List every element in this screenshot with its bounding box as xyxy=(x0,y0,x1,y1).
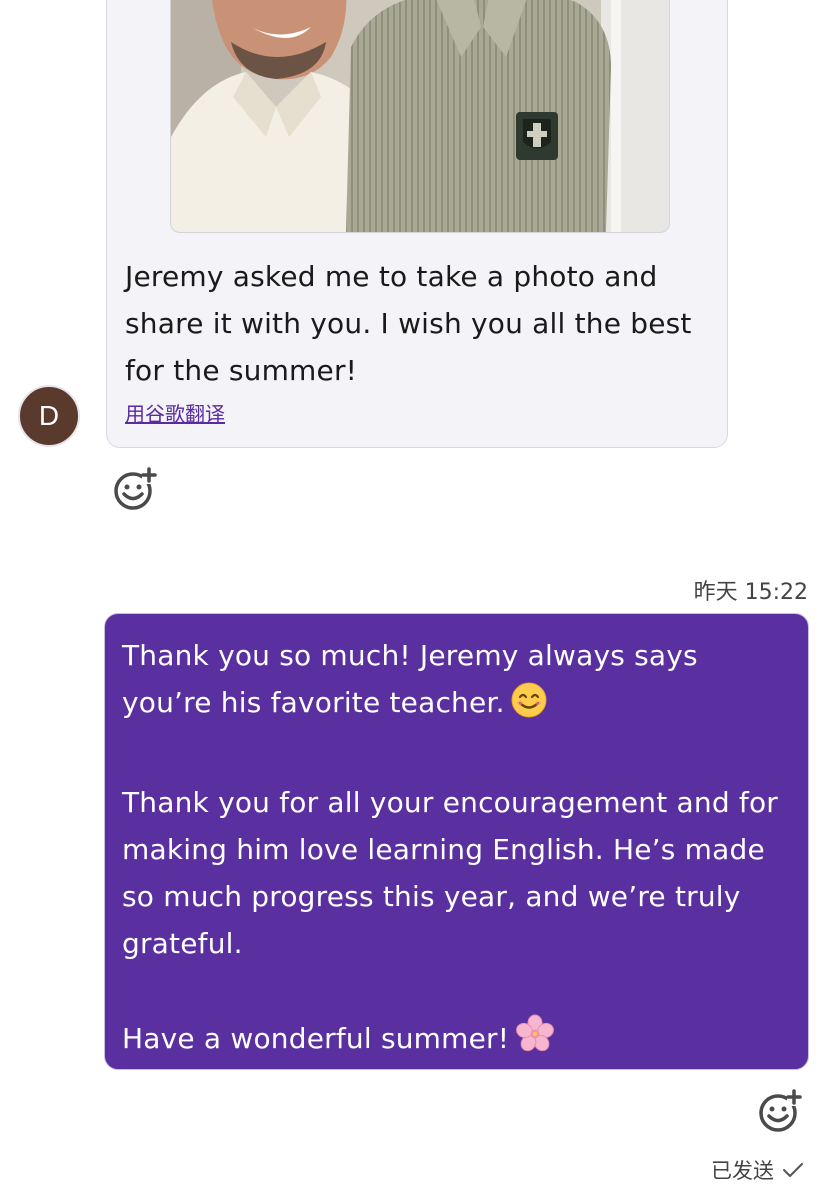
outgoing-paragraph-1-text: Thank you so much! Jeremy always says yo… xyxy=(122,639,698,719)
sender-avatar[interactable]: D xyxy=(18,385,80,447)
incoming-message-bubble[interactable]: Jeremy asked me to take a photo and shar… xyxy=(106,0,728,448)
outgoing-paragraph-2: Thank you for all your encouragement and… xyxy=(122,786,779,960)
chat-screen: Jeremy asked me to take a photo and shar… xyxy=(0,0,826,1200)
checkmark-icon xyxy=(783,1163,803,1177)
message-timestamp: 昨天 15:22 xyxy=(693,580,808,605)
smiling-face-emoji-icon xyxy=(511,682,547,732)
incoming-message-text: Jeremy asked me to take a photo and shar… xyxy=(125,260,692,387)
add-reaction-icon[interactable] xyxy=(757,1088,803,1134)
outgoing-paragraph-3-text: Have a wonderful summer! xyxy=(122,1022,510,1055)
add-reaction-icon[interactable] xyxy=(112,466,158,512)
google-translate-link[interactable]: 用谷歌翻译 xyxy=(125,401,225,427)
delivery-status: 已发送 xyxy=(711,1155,804,1185)
shared-photo[interactable] xyxy=(170,0,670,233)
photo-icon xyxy=(171,0,669,232)
delivery-status-label: 已发送 xyxy=(711,1159,774,1183)
outgoing-paragraph-1: Thank you so much! Jeremy always says yo… xyxy=(122,632,792,732)
outgoing-message-bubble[interactable]: Thank you so much! Jeremy always says yo… xyxy=(104,613,809,1070)
outgoing-paragraph-3: Have a wonderful summer! xyxy=(122,1014,792,1068)
cherry-blossom-emoji-icon xyxy=(515,1014,555,1068)
avatar-initial: D xyxy=(38,400,60,431)
